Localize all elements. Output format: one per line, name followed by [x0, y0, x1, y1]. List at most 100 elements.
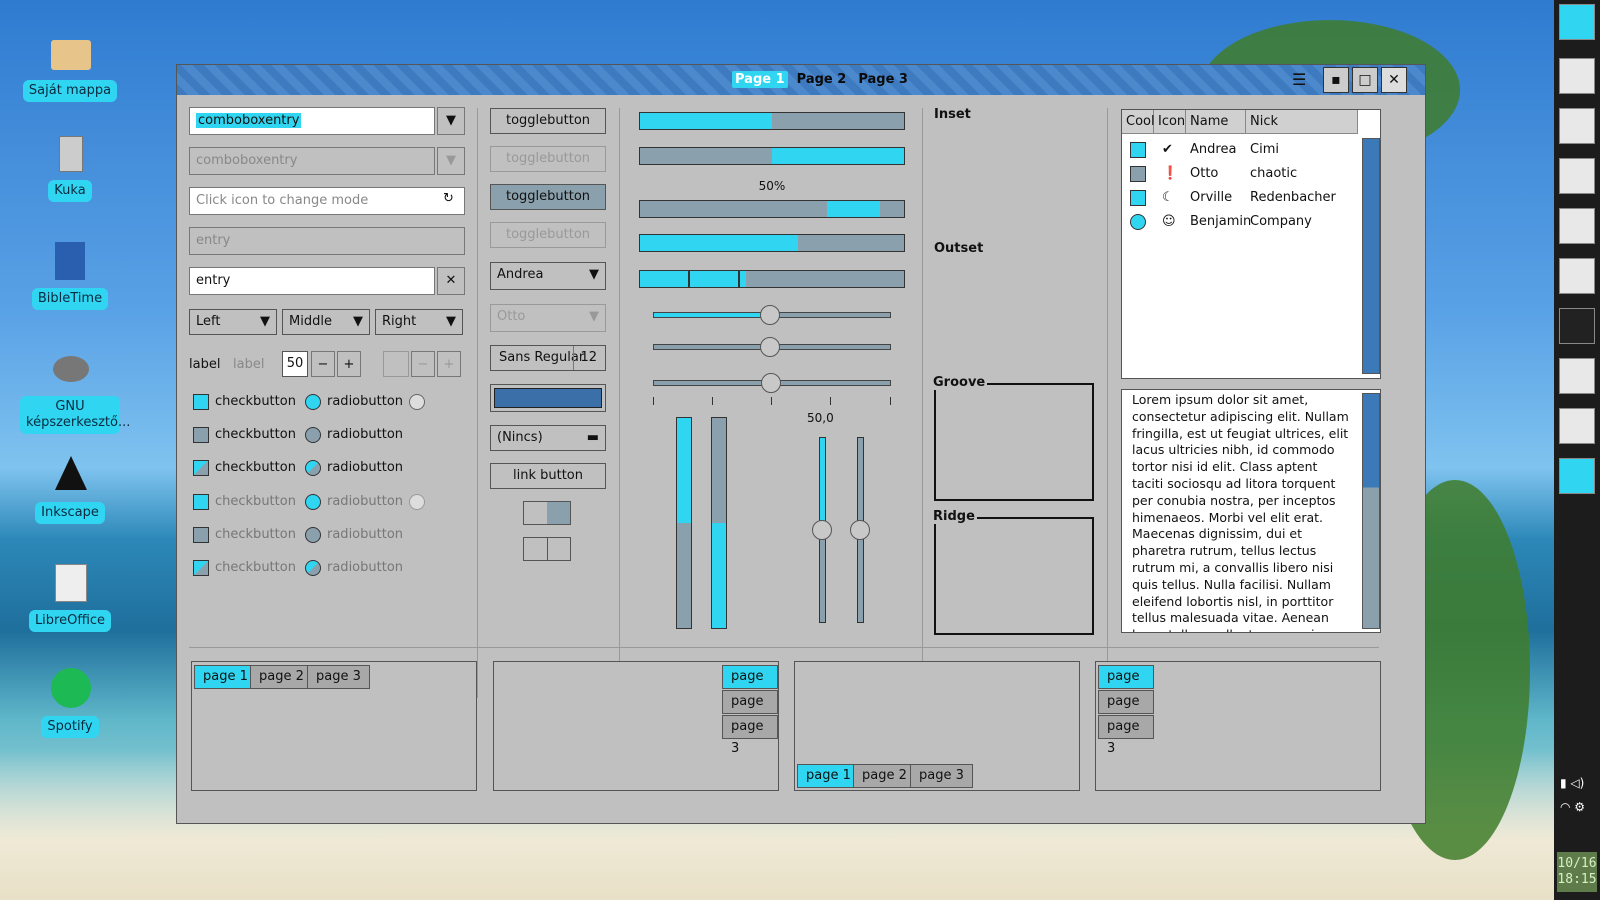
checkbutton-4: checkbutton — [193, 493, 296, 511]
comboboxentry-field[interactable]: comboboxentry — [189, 107, 435, 135]
minimize-button[interactable]: ▪ — [1323, 67, 1349, 93]
tree-scrollbar[interactable] — [1362, 138, 1380, 374]
combo-middle-label: Middle — [289, 314, 332, 329]
switch-on[interactable] — [523, 501, 571, 525]
cool-toggle[interactable] — [1130, 190, 1146, 206]
cell-nick: Redenbacher — [1250, 190, 1336, 205]
column-header-cool[interactable]: Cool — [1122, 110, 1155, 134]
color-button[interactable] — [490, 384, 606, 412]
radiobutton-3[interactable]: radiobutton — [305, 459, 403, 477]
notebook-tab[interactable]: page 1 — [194, 665, 257, 689]
slider-knob[interactable] — [760, 337, 780, 357]
notebook-tab[interactable]: page 2 — [1098, 690, 1154, 731]
notebook-tab[interactable]: page 2 — [722, 690, 778, 731]
wifi-icon[interactable]: ◠ ⚙ — [1560, 800, 1585, 814]
header-tab-page1[interactable]: Page 1 — [732, 71, 788, 88]
plus-icon[interactable]: + — [337, 351, 361, 377]
file-manager-icon[interactable] — [1559, 58, 1595, 94]
slider-knob[interactable] — [850, 520, 870, 540]
slider-knob[interactable] — [761, 373, 781, 393]
desktop-icon-inkscape[interactable]: Inkscape — [18, 452, 122, 524]
menu-icon[interactable]: ☰ — [1292, 70, 1306, 89]
clock[interactable]: 10/16 18:15 — [1557, 852, 1597, 892]
check-circle-icon: ✔ — [1162, 142, 1173, 157]
notebook-tab[interactable]: page 3 — [1098, 715, 1154, 756]
desktop-icon-label: Saját mappa — [22, 80, 118, 102]
desktop-icon-bibletime[interactable]: BibleTime — [18, 238, 122, 310]
notebook-tab[interactable]: page 3 — [722, 715, 778, 756]
font-button[interactable]: Sans Regular 12 — [490, 345, 606, 371]
system-monitor-icon[interactable] — [1559, 258, 1595, 294]
combo-left[interactable]: Left ▼ — [189, 309, 277, 335]
menu-logo-icon[interactable] — [1559, 4, 1595, 40]
vscale-1[interactable] — [676, 417, 692, 629]
firefox-icon[interactable] — [1559, 108, 1595, 144]
notebook-tab[interactable]: page 3 — [910, 764, 973, 788]
desktop-icon-gimp[interactable]: GNU képszerkesztő... — [18, 346, 130, 434]
checkbutton-2[interactable]: checkbutton — [193, 426, 296, 444]
header-tab-page3[interactable]: Page 3 — [855, 71, 911, 88]
close-button[interactable]: ✕ — [1381, 67, 1407, 93]
table-row[interactable]: ❗ Otto chaotic — [1122, 162, 1358, 186]
slider-knob[interactable] — [812, 520, 832, 540]
table-row[interactable]: ☾ Orville Redenbacher — [1122, 186, 1358, 210]
clear-icon[interactable]: ✕ — [437, 267, 465, 295]
cool-radio[interactable] — [1130, 214, 1146, 230]
file-chooser-button[interactable]: (Nincs) ▬ — [490, 425, 606, 451]
table-row[interactable]: ✔ Andrea Cimi — [1122, 138, 1358, 162]
minus-icon[interactable]: − — [311, 351, 335, 377]
combo-middle[interactable]: Middle ▼ — [282, 309, 370, 335]
column-header-name[interactable]: Name — [1186, 110, 1246, 134]
header-tab-page2[interactable]: Page 2 — [794, 71, 850, 88]
mode-entry[interactable]: Click icon to change mode — [189, 187, 465, 215]
desktop-icon-libreoffice[interactable]: LibreOffice — [18, 560, 122, 632]
table-row[interactable]: ☺ Benjamin Company — [1122, 210, 1358, 234]
document-viewer-icon[interactable] — [1559, 408, 1595, 444]
groove-frame — [934, 383, 1094, 501]
chevron-down-icon[interactable]: ▼ — [437, 107, 465, 135]
audio-player-icon[interactable] — [1559, 358, 1595, 394]
text-scrollbar[interactable] — [1362, 393, 1380, 629]
text-editor-icon[interactable] — [1559, 158, 1595, 194]
radiobutton-label: radiobutton — [327, 394, 404, 409]
desktop-icon-home[interactable]: Saját mappa — [18, 30, 122, 102]
notebook-tab[interactable]: page 3 — [307, 665, 370, 689]
radiobutton-1[interactable]: radiobutton — [305, 393, 403, 411]
desktop-icon-trash[interactable]: Kuka — [18, 130, 122, 202]
radiobutton-2[interactable]: radiobutton — [305, 426, 403, 444]
cool-toggle[interactable] — [1130, 142, 1146, 158]
vscale-2[interactable] — [711, 417, 727, 629]
desktop-icon-label: Inkscape — [35, 502, 105, 524]
radiobutton-label: radiobutton — [327, 560, 404, 575]
notebook-tab[interactable]: page 2 — [250, 665, 313, 689]
label-disabled: label — [233, 357, 265, 372]
checkbutton-3[interactable]: checkbutton — [193, 459, 296, 477]
text-view[interactable]: Lorem ipsum dolor sit amet, consectetur … — [1121, 389, 1381, 633]
radio-unselected — [305, 526, 321, 543]
togglebutton-1[interactable]: togglebutton — [490, 108, 606, 134]
terminal-icon[interactable] — [1559, 308, 1595, 344]
notebook-tab[interactable]: page 1 — [722, 665, 778, 706]
combo-andrea[interactable]: Andrea ▼ — [490, 262, 606, 290]
notebook-tab[interactable]: page 1 — [1098, 665, 1154, 706]
libreoffice-launcher-icon[interactable] — [1559, 208, 1595, 244]
togglebutton-4: togglebutton — [490, 222, 606, 248]
togglebutton-3[interactable]: togglebutton — [490, 184, 606, 210]
notebook-tab[interactable]: page 1 — [797, 764, 860, 788]
switch-off[interactable] — [523, 537, 571, 561]
entry-field[interactable]: entry — [189, 267, 435, 295]
notebook-tab[interactable]: page 2 — [853, 764, 916, 788]
link-button[interactable]: link button — [490, 463, 606, 489]
battery-volume-icons[interactable]: ▮ ◁) — [1560, 776, 1584, 790]
refresh-icon[interactable]: ↻ — [443, 191, 454, 206]
column-header-nick[interactable]: Nick — [1246, 110, 1358, 134]
active-window-icon[interactable] — [1559, 458, 1595, 494]
combo-right[interactable]: Right ▼ — [375, 309, 463, 335]
column-header-icon[interactable]: Icon — [1154, 110, 1186, 134]
maximize-button[interactable]: □ — [1352, 67, 1378, 93]
spin-value[interactable]: 50 — [282, 351, 308, 377]
checkbutton-1[interactable]: checkbutton — [193, 393, 296, 411]
desktop-icon-spotify[interactable]: Spotify — [18, 666, 122, 738]
slider-knob[interactable] — [760, 305, 780, 325]
cool-toggle[interactable] — [1130, 166, 1146, 182]
